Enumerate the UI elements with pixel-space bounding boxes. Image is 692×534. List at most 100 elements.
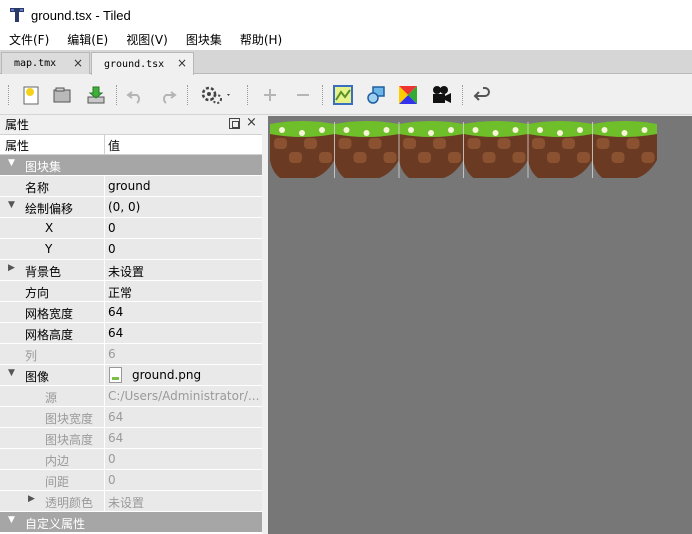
image-file-icon xyxy=(109,367,122,383)
expand-right-icon[interactable]: ▶ xyxy=(8,263,15,273)
edit-wang-sets-button[interactable] xyxy=(396,83,420,107)
dynamic-wrapping-button[interactable] xyxy=(470,83,494,107)
cell-divider xyxy=(104,323,105,344)
tab-ground-tsx[interactable]: ground.tsx × xyxy=(91,52,194,75)
open-file-button[interactable] xyxy=(50,83,74,107)
tab-label: ground.tsx xyxy=(104,58,165,70)
property-name: 源 xyxy=(45,391,58,405)
close-icon[interactable]: × xyxy=(73,56,83,70)
cell-divider xyxy=(104,197,105,218)
property-group-row[interactable]: ▼ 图块集 xyxy=(0,155,262,176)
toolbar-handle[interactable] xyxy=(8,85,9,105)
property-name: 自定义属性 xyxy=(25,517,86,531)
property-row[interactable]: ▼ 绘制偏移 (0, 0) xyxy=(0,197,262,218)
tiled-app-icon xyxy=(10,8,24,22)
rock xyxy=(626,138,640,149)
property-value[interactable]: 正常 xyxy=(108,284,260,301)
tileset-tools-dropdown[interactable] xyxy=(196,83,236,107)
property-name: 图块高度 xyxy=(45,433,94,447)
property-row[interactable]: 图块宽度 64 xyxy=(0,407,262,428)
flower xyxy=(557,130,563,136)
rock xyxy=(448,152,461,163)
property-value[interactable]: 0 xyxy=(108,242,260,256)
save-button[interactable] xyxy=(84,83,108,107)
rock xyxy=(403,138,416,149)
menu-help[interactable]: 帮助(H) xyxy=(231,30,291,50)
float-dock-icon[interactable] xyxy=(229,118,240,129)
menu-tileset[interactable]: 图块集 xyxy=(177,30,231,50)
remove-tiles-button[interactable] xyxy=(291,83,315,107)
rock xyxy=(482,152,496,163)
property-row[interactable]: 方向 正常 xyxy=(0,281,262,302)
document-tab-bar: map.tmx × ground.tsx × xyxy=(0,50,692,75)
property-value[interactable]: ground.png xyxy=(132,368,262,382)
add-tiles-button[interactable] xyxy=(258,83,282,107)
cell-divider xyxy=(104,281,105,302)
expand-right-icon[interactable]: ▶ xyxy=(28,494,35,504)
property-value[interactable]: 未设置 xyxy=(108,263,260,280)
property-row[interactable]: ▼ 图像 ground.png xyxy=(0,365,262,386)
rock xyxy=(319,152,332,163)
expand-down-icon[interactable]: ▼ xyxy=(8,368,15,378)
open-folder-icon xyxy=(53,87,71,103)
menu-file[interactable]: 文件(F) xyxy=(0,30,58,50)
header-value[interactable]: 值 xyxy=(108,137,120,154)
property-row[interactable]: 网格高度 64 xyxy=(0,323,262,344)
wang-color-icon xyxy=(399,86,417,104)
cell-divider xyxy=(104,428,105,449)
flower xyxy=(408,127,414,133)
close-icon[interactable]: × xyxy=(177,56,187,70)
flower xyxy=(363,130,370,136)
expand-down-icon[interactable]: ▼ xyxy=(8,200,15,210)
ground-tile-strip[interactable] xyxy=(268,116,692,186)
property-value[interactable]: 64 xyxy=(108,305,260,319)
cell-divider xyxy=(104,344,105,365)
menu-edit[interactable]: 编辑(E) xyxy=(58,30,117,50)
cell-divider xyxy=(104,449,105,470)
property-group-row[interactable]: ▼ 自定义属性 xyxy=(0,512,262,533)
property-value[interactable]: 64 xyxy=(108,326,260,340)
property-row[interactable]: 名称 ground xyxy=(0,176,262,197)
rock xyxy=(532,138,545,149)
close-icon[interactable]: × xyxy=(246,115,257,130)
menu-view[interactable]: 视图(V) xyxy=(117,30,177,50)
property-name: 名称 xyxy=(25,181,50,195)
cell-divider xyxy=(104,260,105,281)
tileset-view[interactable] xyxy=(268,116,692,534)
property-name: 列 xyxy=(25,349,38,363)
rock xyxy=(467,138,481,149)
expand-down-icon[interactable]: ▼ xyxy=(8,515,15,525)
redo-button[interactable] xyxy=(155,83,179,107)
properties-table-header: 属性 值 xyxy=(0,134,262,155)
header-property[interactable]: 属性 xyxy=(5,137,29,154)
property-row[interactable]: 图块高度 64 xyxy=(0,428,262,449)
property-value: 64 xyxy=(108,410,124,424)
property-row[interactable]: X0 xyxy=(0,218,262,239)
toolbar-separator xyxy=(247,85,248,105)
column-divider[interactable] xyxy=(104,135,105,155)
property-row[interactable]: 内边 0 xyxy=(0,449,262,470)
expand-down-icon[interactable]: ▼ xyxy=(8,158,15,168)
property-row[interactable]: 源 C:/Users/Administrator/... xyxy=(0,386,262,407)
title-bar: ground.tsx - Tiled xyxy=(0,0,692,30)
tab-map-tmx[interactable]: map.tmx × xyxy=(1,52,90,74)
property-value[interactable]: ground xyxy=(108,179,260,193)
property-row[interactable]: Y0 xyxy=(0,239,262,260)
edit-collision-button[interactable] xyxy=(364,83,388,107)
terrain-icon xyxy=(333,85,353,105)
edit-terrain-button[interactable] xyxy=(331,83,355,107)
property-value[interactable]: (0, 0) xyxy=(108,200,260,214)
property-row[interactable]: 网格宽度 64 xyxy=(0,302,262,323)
property-row[interactable]: 列6 xyxy=(0,344,262,365)
property-row[interactable]: 间距 0 xyxy=(0,470,262,491)
undo-button[interactable] xyxy=(124,83,148,107)
new-file-button[interactable] xyxy=(19,83,43,107)
property-value[interactable]: 0 xyxy=(108,221,260,235)
property-row[interactable]: ▶ 透明颜色 未设置 xyxy=(0,491,262,512)
toolbar-separator xyxy=(116,85,117,105)
flower xyxy=(577,127,583,133)
edit-animation-button[interactable] xyxy=(429,83,453,107)
property-row[interactable]: ▶ 背景色 未设置 xyxy=(0,260,262,281)
dock-title-label: 属性 xyxy=(5,118,30,132)
film-camera-icon xyxy=(433,86,451,103)
